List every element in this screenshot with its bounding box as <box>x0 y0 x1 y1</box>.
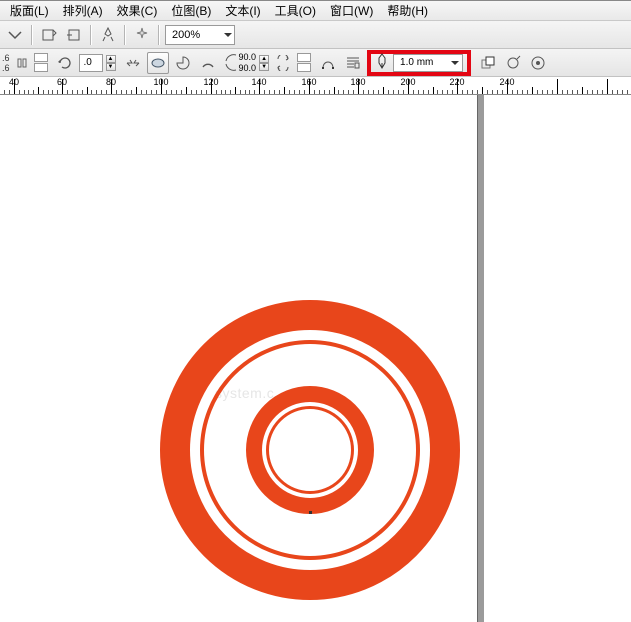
rotate-icon[interactable] <box>54 52 76 74</box>
to-front-icon[interactable] <box>477 52 499 74</box>
inner-thin-ring[interactable] <box>266 406 354 494</box>
pasteboard-area <box>484 95 631 622</box>
angle-spinner-1[interactable]: ▲▼ <box>259 55 269 71</box>
menu-tools[interactable]: 工具(O) <box>269 0 322 21</box>
ruler-label: 100 <box>153 77 168 87</box>
outline-width-group-highlight: 1.0 mm <box>367 50 471 76</box>
ruler-label: 120 <box>203 77 218 87</box>
rotation-angle-input[interactable]: .0 <box>79 54 103 72</box>
node-marker[interactable] <box>309 511 312 514</box>
angle-unit-toggle[interactable] <box>297 53 311 72</box>
zoom-level-value: 200% <box>172 29 200 41</box>
menu-layout[interactable]: 版面(L) <box>4 0 55 21</box>
property-toolbar: .6 .6 .0 ▲▼ 90.0 90.0 ▲▼ <box>0 49 631 77</box>
outline-width-value: 1.0 mm <box>400 57 433 68</box>
ruler-label: 240 <box>499 77 514 87</box>
nudge-values: .6 .6 <box>2 53 10 73</box>
horizontal-ruler[interactable]: 40 60 80 100 120 140 160 180 200 220 240 <box>0 77 631 95</box>
chevron-down-icon <box>224 33 232 37</box>
chevron-down-icon <box>451 61 459 65</box>
nudge-value-1: .6 <box>2 53 10 63</box>
menu-arrange[interactable]: 排列(A) <box>57 0 109 21</box>
to-curves-icon[interactable] <box>317 52 339 74</box>
menu-window[interactable]: 窗口(W) <box>324 0 379 21</box>
swap-angles-icon[interactable] <box>272 52 294 74</box>
ruler-label: 80 <box>106 77 116 87</box>
export-icon[interactable] <box>63 24 85 46</box>
outline-width-select[interactable]: 1.0 mm <box>393 54 463 72</box>
ruler-label: 180 <box>350 77 365 87</box>
rotation-spinner[interactable]: ▲▼ <box>106 55 116 71</box>
angle-end-icon <box>225 63 237 73</box>
launch-icon[interactable] <box>97 24 119 46</box>
doc-dropdown-icon[interactable] <box>4 24 26 46</box>
menu-bitmap[interactable]: 位图(B) <box>165 0 217 21</box>
rotation-angle-value: .0 <box>84 57 92 68</box>
angle-start-icon <box>225 52 237 62</box>
pie-tool-icon[interactable] <box>172 52 194 74</box>
ruler-label: 160 <box>301 77 316 87</box>
ruler-label: 220 <box>449 77 464 87</box>
sparkle-icon[interactable] <box>131 24 153 46</box>
menu-effects[interactable]: 效果(C) <box>111 0 164 21</box>
unit-toggle[interactable] <box>34 53 48 72</box>
angle-start-value[interactable]: 90.0 <box>239 52 257 63</box>
angle-end-value[interactable]: 90.0 <box>239 63 257 74</box>
nudge-value-2: .6 <box>2 63 10 73</box>
convert-outline-icon[interactable] <box>502 52 524 74</box>
ruler-label: 140 <box>251 77 266 87</box>
import-icon[interactable] <box>38 24 60 46</box>
menu-text[interactable]: 文本(I) <box>219 0 266 21</box>
canvas-workspace[interactable]: system.c <box>0 95 631 622</box>
menu-bar: 版面(L) 排列(A) 效果(C) 位图(B) 文本(I) 工具(O) 窗口(W… <box>0 1 631 21</box>
ellipse-tool-icon[interactable] <box>147 52 169 74</box>
ruler-label: 200 <box>400 77 415 87</box>
arc-angles: 90.0 90.0 <box>225 52 257 74</box>
circle-artwork[interactable] <box>160 300 460 600</box>
outline-pen-icon[interactable] <box>375 53 389 72</box>
mirror-h-icon[interactable] <box>122 52 144 74</box>
menu-help[interactable]: 帮助(H) <box>381 0 434 21</box>
lock-ratio-icon[interactable] <box>13 52 31 74</box>
arc-tool-icon[interactable] <box>197 52 219 74</box>
object-properties-icon[interactable] <box>527 52 549 74</box>
zoom-level-select[interactable]: 200% <box>165 25 235 45</box>
ruler-label: 40 <box>9 77 19 87</box>
wrap-text-icon[interactable] <box>342 52 364 74</box>
ruler-label: 60 <box>57 77 67 87</box>
main-toolbar: 200% <box>0 21 631 49</box>
